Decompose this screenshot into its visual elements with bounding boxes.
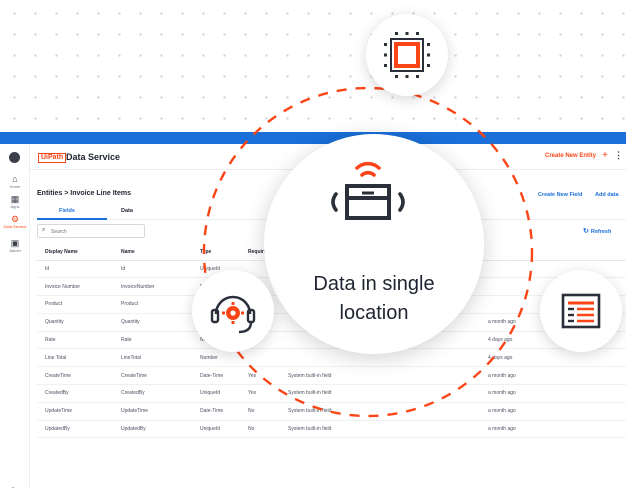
support-agent-icon — [210, 295, 256, 334]
connected-database-icon — [331, 161, 405, 220]
connected-database-graphic — [331, 161, 405, 220]
chip-icon — [384, 32, 430, 78]
document-list-bubble — [540, 270, 622, 352]
caption-line-2: location — [339, 302, 409, 324]
center-caption: Data in single location — [264, 270, 484, 328]
document-list-icon — [561, 293, 601, 329]
support-agent-bubble — [192, 270, 274, 352]
chip-bubble — [366, 14, 448, 96]
caption-line-1: Data in single — [313, 273, 435, 295]
